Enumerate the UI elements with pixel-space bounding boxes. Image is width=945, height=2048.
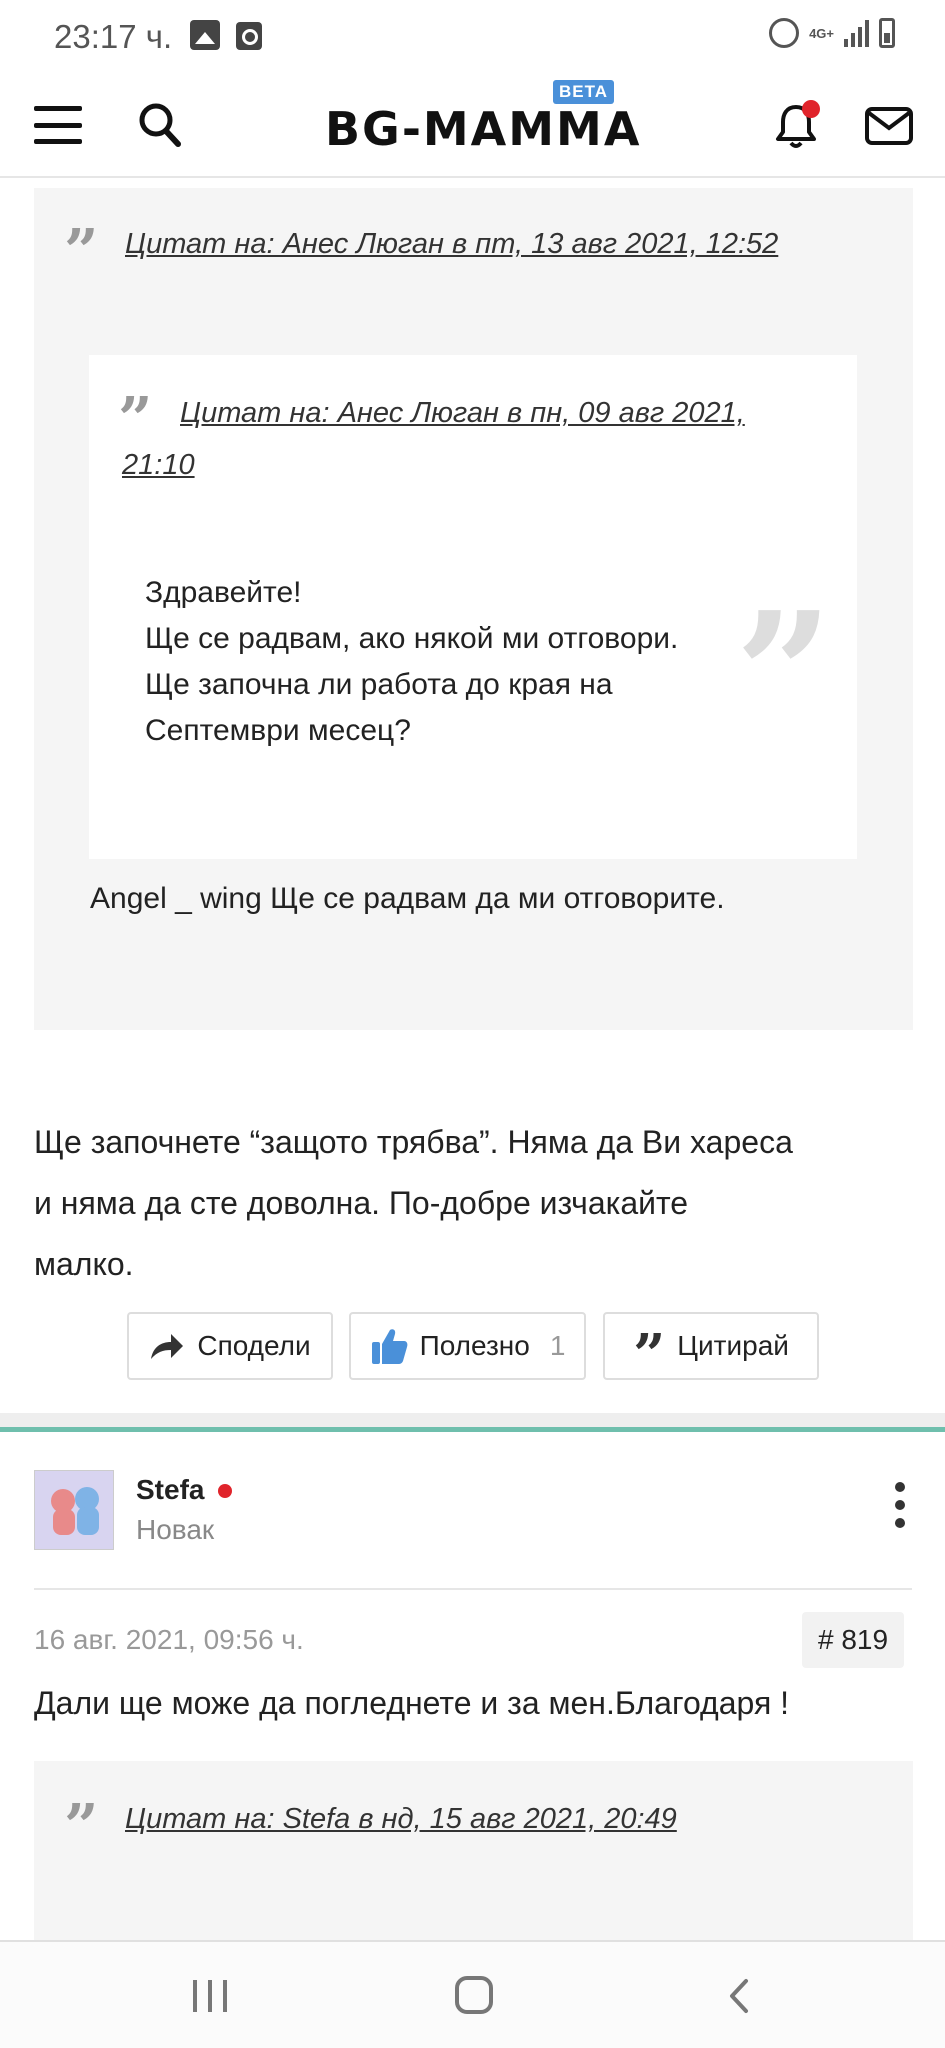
home-icon[interactable] [455,1976,493,2014]
status-bar: 23:17 ч. 4G+ [0,0,945,72]
gallery-notification-icon [190,20,220,50]
share-button[interactable]: Сподели [127,1312,333,1380]
battery-icon [879,18,895,48]
status-time: 23:17 ч. [54,18,173,55]
network-type: 4G+ [809,25,834,41]
quote-line: Ще се радвам, ако някой ми отговори. [145,622,679,655]
recent-apps-icon[interactable] [193,1980,227,2012]
share-label: Сподели [197,1330,311,1361]
search-icon[interactable] [138,102,182,148]
nested-quote-header-link[interactable]: Цитат на: Анес Люган в пн, 09 авг 2021, [180,387,745,439]
useful-label: Полезно [419,1330,530,1361]
quote-icon: ” [633,1322,666,1388]
quote-header-link[interactable]: Цитат на: Анес Люган в пт, 13 авг 2021, … [125,218,778,270]
menu-icon[interactable] [34,106,82,144]
post-text: Дали ще може да погледнете и за мен.Благ… [34,1685,790,1721]
back-icon[interactable] [724,1978,754,2014]
quote-line: Септември месец? [145,714,411,747]
decorative-quote-icon: ” [735,575,833,775]
quote-header-link[interactable]: Цитат на: Stefa в нд, 15 авг 2021, 20:49 [125,1793,677,1845]
post-line: и няма да сте доволна. По-добре изчакайт… [34,1185,689,1221]
beta-badge: BETA [553,80,615,104]
post-number-badge[interactable]: # 819 [802,1612,905,1668]
useful-count: 1 [549,1330,566,1361]
quote-label: Цитирай [677,1330,789,1361]
system-nav-bar [0,1940,945,2048]
quote-reply-text: Angel _ wing Ще се радвам да ми отговори… [90,882,725,915]
user-separator [34,1588,912,1590]
username[interactable]: Stefa [136,1474,204,1506]
post-divider-accent [0,1427,945,1432]
site-logo[interactable]: BG-MAMMA [325,102,641,156]
messages-mail-icon[interactable] [864,106,914,146]
notification-dot [802,100,820,118]
quote-line: Здравейте! [145,576,302,609]
nested-quote-body: Здравейте! Ще се радвам, ако някой ми от… [145,570,678,754]
avatar[interactable] [34,1470,114,1550]
quote-line: Ще започна ли работа до края на [145,668,613,701]
post-text: Ще започнете “защото трябва”. Няма да Ви… [34,1112,914,1295]
app-header: BG-MAMMA BETA [0,72,945,178]
quote-mark-icon: ” [64,217,99,287]
clock-notification-icon [236,22,262,50]
more-options-icon[interactable] [894,1482,906,1528]
user-rank: Новак [136,1514,215,1545]
thumbs-up-icon [371,1329,407,1364]
post-line: малко. [34,1246,134,1282]
useful-button[interactable]: Полезно 1 [349,1312,586,1380]
online-status-dot [218,1484,232,1498]
nested-quote-header-link-cont[interactable]: 21:10 [122,439,195,491]
quote-mark-icon: ” [64,1792,99,1862]
post-line: Ще започнете “защото трябва”. Няма да Ви… [34,1124,793,1160]
quote-block [34,1761,913,1941]
alarm-icon [769,18,800,48]
share-arrow-icon [151,1334,184,1359]
signal-icon [844,19,869,47]
post-divider [0,1413,945,1427]
post-date: 16 авг. 2021, 09:56 ч. [34,1624,304,1655]
quote-button[interactable]: ” Цитирай [603,1312,819,1388]
